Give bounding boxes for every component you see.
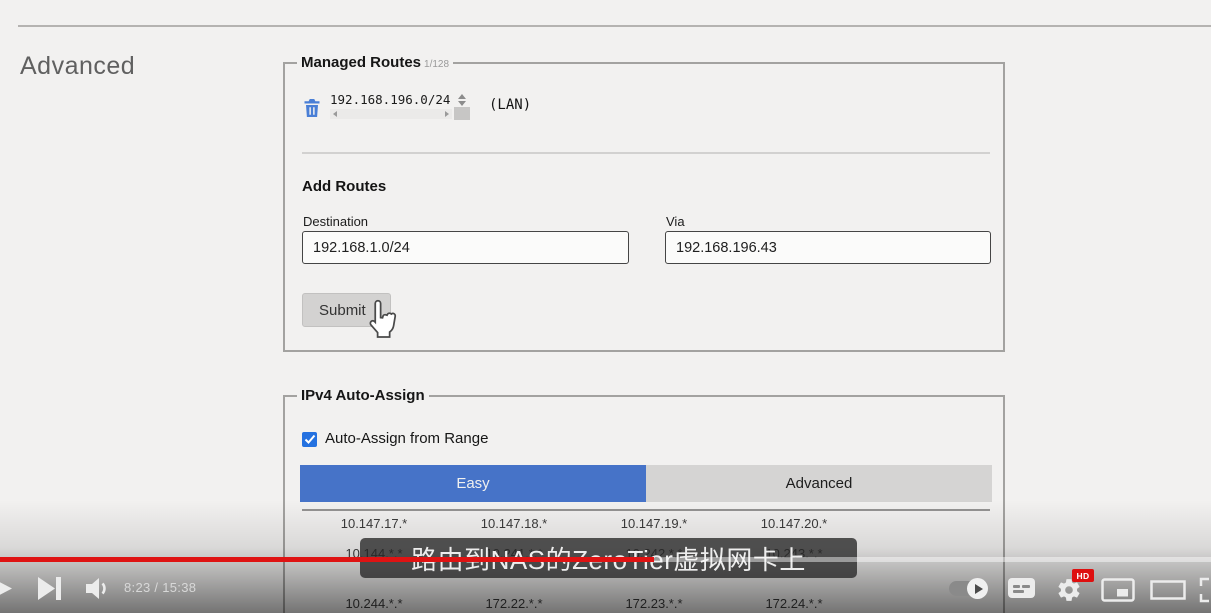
subtitles-icon [1008,578,1035,598]
theater-button[interactable] [1150,580,1186,600]
ip-range-cell[interactable]: 10.147.20.* [724,516,864,531]
hand-cursor-icon [364,298,402,346]
fullscreen-button[interactable] [1199,577,1211,603]
scroll-left-icon[interactable] [333,111,337,117]
mode-tabs: Easy Advanced [300,465,992,502]
delete-route-button[interactable] [303,98,321,118]
submit-button-label: Submit [319,302,366,319]
section-divider [302,152,990,154]
fullscreen-icon [1201,579,1211,601]
via-label: Via [666,214,685,229]
spinner-up-icon[interactable] [458,94,466,99]
auto-assign-label: Auto-Assign from Range [325,430,488,447]
tab-easy[interactable]: Easy [300,465,646,502]
route-target-input[interactable]: 192.168.196.0/24 [330,92,470,120]
subtitles-dash [1013,590,1024,593]
play-icon [0,575,12,602]
top-divider [18,25,1211,27]
spinner-down-icon[interactable] [458,101,466,106]
mute-button[interactable] [85,577,112,600]
subtitles-dash [1022,585,1030,588]
route-target-value: 192.168.196.0/24 [330,92,452,108]
page-title: Advanced [20,52,135,81]
ranges-divider [302,509,990,511]
player-controls: 8:23 / 15:38 HD [0,568,1211,613]
destination-label: Destination [303,214,368,229]
ip-range-cell[interactable]: 10.147.19.* [584,516,724,531]
volume-icon [86,578,104,599]
progress-played [0,557,654,562]
autoplay-toggle[interactable] [949,580,989,597]
miniplayer-button[interactable] [1101,578,1135,602]
miniplayer-icon [1103,580,1134,601]
tab-advanced[interactable]: Advanced [646,465,992,502]
subtitles-button[interactable] [1008,578,1035,598]
auto-assign-checkbox[interactable] [302,432,317,447]
route-input-scrollbar[interactable] [330,109,452,119]
ip-range-cell[interactable]: 10.147.18.* [444,516,584,531]
video-frame: Advanced Managed Routes1/128 192.168.196… [0,0,1211,613]
play-button[interactable] [0,575,12,602]
managed-routes-legend: Managed Routes1/128 [297,54,453,71]
scroll-right-icon[interactable] [445,111,449,117]
progress-bar[interactable] [0,557,1211,562]
next-icon [38,577,61,600]
add-routes-heading: Add Routes [302,178,386,195]
route-count-badge: 1/128 [424,59,449,70]
trash-icon [303,98,321,118]
ip-range-cell[interactable]: 10.147.17.* [304,516,444,531]
autoplay-knob [967,578,988,599]
autoplay-play-icon [975,584,983,594]
route-note-label: (LAN) [489,97,531,113]
hd-badge: HD [1072,569,1094,582]
theater-mode-icon [1152,582,1185,599]
managed-routes-legend-text: Managed Routes [301,54,421,71]
managed-routes-section: Managed Routes1/128 192.168.196.0/24 [283,62,1005,352]
time-display: 8:23 / 15:38 [124,580,196,595]
range-row: 10.147.17.* 10.147.18.* 10.147.19.* 10.1… [304,516,864,531]
settings-gear-icon [1058,579,1079,601]
check-icon [304,434,316,445]
next-button[interactable] [38,577,63,600]
destination-input[interactable] [302,231,629,264]
via-input[interactable] [665,231,991,264]
subtitles-dash [1013,585,1020,588]
input-corner-block [454,107,470,120]
ipv4-legend: IPv4 Auto-Assign [297,387,429,404]
